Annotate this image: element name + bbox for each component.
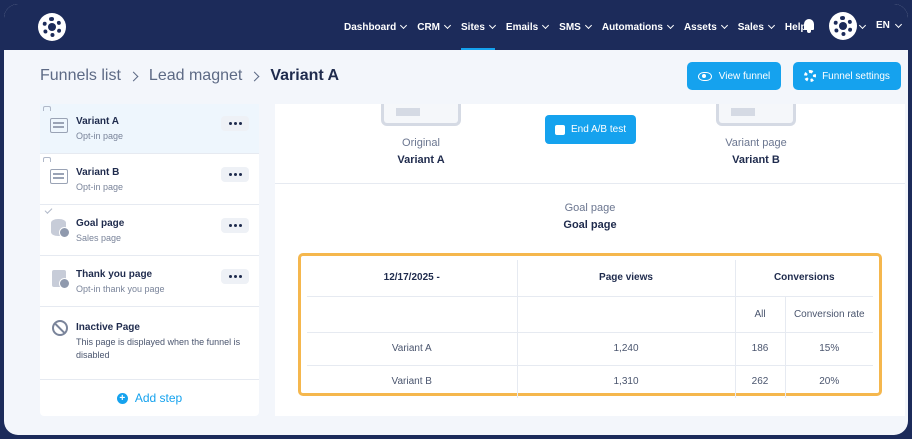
chevron-down-icon xyxy=(767,21,775,30)
conversion-rate-cell: 15% xyxy=(784,331,873,366)
breadcrumb-current: Variant A xyxy=(270,67,340,84)
step-description: This page is displayed when the funnel i… xyxy=(76,337,241,360)
view-funnel-button[interactable]: View funnel xyxy=(687,62,781,90)
chevron-down-icon xyxy=(542,21,550,30)
app-window: Dashboard CRM Sites Emails SMS Automatio… xyxy=(4,4,908,435)
step-thank-you-page[interactable]: Thank you page Opt-in thank you page xyxy=(40,257,259,307)
step-name: Goal page xyxy=(76,218,125,229)
breadcrumb-funnels-list[interactable]: Funnels list xyxy=(40,67,121,85)
table-row: Variant B 1,310 262 20% xyxy=(307,364,873,398)
step-variant-a[interactable]: Variant A Opt-in page xyxy=(40,104,259,154)
ab-test-panel: Original Variant A End A/B test Variant … xyxy=(275,104,905,416)
step-subtitle: Sales page xyxy=(76,233,122,243)
language-selector[interactable]: EN xyxy=(876,20,902,31)
variant-label: Variant page xyxy=(725,137,787,149)
chevron-right-icon xyxy=(249,71,260,81)
conversion-rate-cell: 20% xyxy=(784,364,873,398)
conversion-rate-header: Conversion rate xyxy=(784,295,873,333)
nav-item-assets[interactable]: Assets xyxy=(684,4,728,50)
conversions-all-cell: 186 xyxy=(734,331,786,366)
original-label: Original xyxy=(402,137,440,149)
nav-item-sites[interactable]: Sites xyxy=(461,4,496,50)
checkmark-icon xyxy=(44,206,53,214)
nav-item-crm[interactable]: CRM xyxy=(417,4,452,50)
conversions-header: Conversions xyxy=(734,260,873,297)
nav-item-sms[interactable]: SMS xyxy=(559,4,592,50)
nav-item-dashboard[interactable]: Dashboard xyxy=(344,4,408,50)
chevron-down-icon xyxy=(894,20,902,28)
gear-logo-icon[interactable] xyxy=(38,13,66,41)
eye-icon xyxy=(697,71,712,81)
funnel-steps-sidebar: Variant A Opt-in page Variant B Opt-in p… xyxy=(40,104,259,416)
more-options-button[interactable] xyxy=(221,116,249,131)
top-navigation: Dashboard CRM Sites Emails SMS Automatio… xyxy=(4,4,908,50)
ab-test-stats-table: 12/17/2025 - Page views Conversions All … xyxy=(298,253,882,398)
funnel-settings-button[interactable]: Funnel settings xyxy=(793,62,901,90)
nav-item-automations[interactable]: Automations xyxy=(602,4,674,50)
step-subtitle: Opt-in page xyxy=(76,182,124,192)
page-icon xyxy=(50,169,68,184)
nav-item-emails[interactable]: Emails xyxy=(506,4,550,50)
chevron-down-icon xyxy=(400,21,408,30)
plus-circle-icon: + xyxy=(116,392,128,404)
chevron-down-icon xyxy=(666,21,674,30)
chevron-down-icon xyxy=(443,21,452,30)
step-subtitle: Opt-in thank you page xyxy=(76,284,165,294)
page-views-header: Page views xyxy=(516,260,736,297)
chevron-down-icon xyxy=(584,21,592,30)
gear-icon xyxy=(804,70,817,82)
stop-icon xyxy=(554,124,565,135)
variant-cell: Variant A xyxy=(307,331,518,366)
more-options-button[interactable] xyxy=(221,269,249,284)
more-options-button[interactable] xyxy=(221,218,249,233)
goal-title: Goal page xyxy=(563,219,617,231)
page-views-cell: 1,310 xyxy=(516,364,736,398)
step-name: Thank you page xyxy=(76,269,153,280)
all-header: All xyxy=(734,295,786,333)
variant-cell: Variant B xyxy=(307,364,518,398)
table-row: Variant A 1,240 186 15% xyxy=(307,331,873,366)
date-range-header: 12/17/2025 - xyxy=(307,260,518,297)
nav-menu: Dashboard CRM Sites Emails SMS Automatio… xyxy=(344,4,818,50)
nav-item-sales[interactable]: Sales xyxy=(738,4,775,50)
more-options-button[interactable] xyxy=(221,167,249,182)
original-page-thumbnail[interactable] xyxy=(381,104,461,126)
funnel-canvas: Original Variant A End A/B test Variant … xyxy=(275,104,905,184)
step-name: Variant B xyxy=(76,167,120,178)
step-inactive-page[interactable]: Inactive Page This page is displayed whe… xyxy=(40,308,259,380)
end-ab-test-button[interactable]: End A/B test xyxy=(545,115,636,144)
step-subtitle: Opt-in page xyxy=(76,131,124,141)
add-step-button[interactable]: + Add step xyxy=(40,380,259,416)
clipboard-icon xyxy=(52,270,70,289)
bell-icon[interactable] xyxy=(803,19,815,33)
chevron-down-icon xyxy=(720,21,728,30)
step-goal-page[interactable]: Goal page Sales page xyxy=(40,206,259,256)
chevron-right-icon xyxy=(128,71,139,81)
step-name: Variant A xyxy=(76,116,119,127)
goal-label: Goal page xyxy=(564,202,616,214)
breadcrumb: Funnels list Lead magnet Variant A xyxy=(40,67,339,85)
variant-page-thumbnail[interactable] xyxy=(716,104,796,126)
original-title: Variant A xyxy=(397,154,445,166)
branch-icon xyxy=(43,157,51,162)
chevron-down-icon[interactable] xyxy=(858,21,867,30)
database-icon xyxy=(51,219,70,238)
step-variant-b[interactable]: Variant B Opt-in page xyxy=(40,155,259,205)
branch-icon xyxy=(43,106,51,111)
gear-avatar-icon[interactable] xyxy=(829,12,857,40)
variant-title: Variant B xyxy=(732,154,780,166)
breadcrumb-lead-magnet[interactable]: Lead magnet xyxy=(149,67,242,85)
page-icon xyxy=(50,118,68,133)
page-views-cell: 1,240 xyxy=(516,331,736,366)
chevron-down-icon xyxy=(488,21,496,30)
conversions-all-cell: 262 xyxy=(734,364,786,398)
step-name: Inactive Page xyxy=(76,322,140,333)
ban-icon xyxy=(52,320,68,336)
